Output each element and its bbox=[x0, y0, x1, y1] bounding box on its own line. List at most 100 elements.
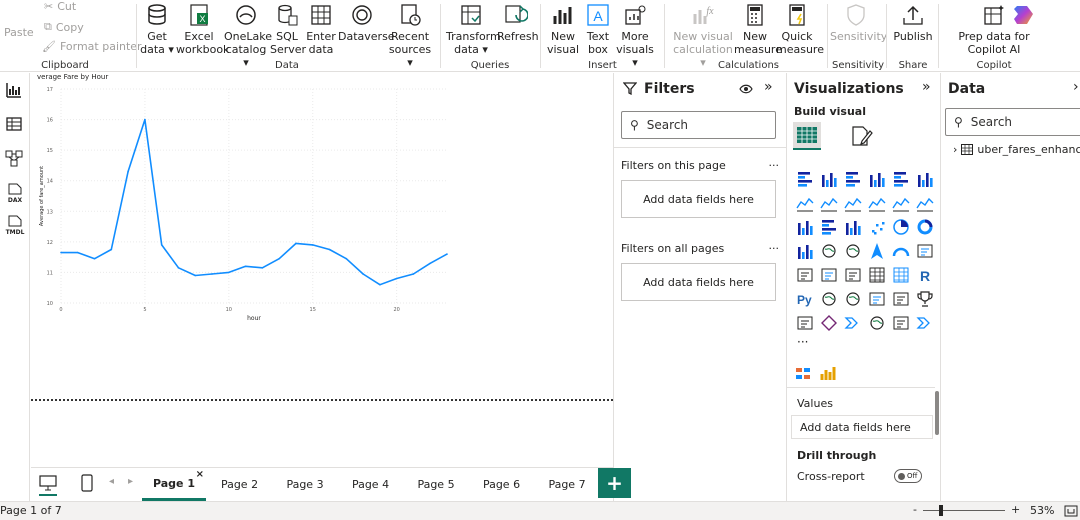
filled-map-visual-icon[interactable] bbox=[842, 240, 864, 262]
onelake-catalog-button[interactable]: OneLake catalog ▾ bbox=[224, 2, 272, 69]
metrics-visual-icon[interactable] bbox=[866, 312, 888, 334]
more-options-icon[interactable]: ··· bbox=[769, 242, 780, 255]
scatter-visual-icon[interactable] bbox=[866, 216, 888, 238]
close-tab-icon[interactable]: × bbox=[196, 469, 204, 480]
viz-scrollbar[interactable] bbox=[935, 391, 939, 435]
transform-data-button[interactable]: Transform data ▾ bbox=[446, 2, 501, 56]
stacked-column-visual-icon[interactable] bbox=[818, 168, 840, 190]
pie-visual-icon[interactable] bbox=[890, 216, 912, 238]
100-area-visual-icon[interactable] bbox=[866, 192, 888, 214]
gauge-visual-icon[interactable] bbox=[890, 240, 912, 262]
text-box-button[interactable]: A Text box bbox=[582, 2, 614, 56]
smart-narrative-visual-icon[interactable] bbox=[890, 288, 912, 310]
line-column-visual-icon[interactable] bbox=[890, 192, 912, 214]
data-search-input[interactable]: ⚲ Search bbox=[945, 108, 1080, 136]
paginated-report-visual-icon[interactable] bbox=[794, 312, 816, 334]
next-page-icon[interactable]: ▸ bbox=[128, 476, 133, 487]
zoom-in-button[interactable]: + bbox=[1011, 503, 1020, 516]
enter-data-button[interactable]: Enter data bbox=[305, 2, 337, 56]
multi-card-visual-icon[interactable] bbox=[794, 264, 816, 286]
visual-decomposition-icon[interactable] bbox=[795, 366, 813, 382]
donut-visual-icon[interactable] bbox=[914, 216, 936, 238]
page-tab[interactable]: Page 3 bbox=[273, 468, 337, 501]
collapse-viz-icon[interactable]: » bbox=[922, 79, 931, 95]
analytics-bar-icon[interactable] bbox=[819, 364, 837, 382]
zoom-slider-thumb[interactable] bbox=[939, 505, 943, 516]
paste-button[interactable]: Paste bbox=[4, 26, 34, 39]
table-view-icon[interactable] bbox=[5, 115, 23, 133]
sensitivity-button[interactable]: Sensitivity bbox=[830, 2, 887, 43]
excel-workbook-button[interactable]: X Excel workbook bbox=[176, 2, 229, 56]
line-visual-icon[interactable] bbox=[794, 192, 816, 214]
page-tab[interactable]: Page 2 bbox=[208, 468, 272, 501]
report-view-icon[interactable] bbox=[5, 81, 23, 99]
stacked-area-visual-icon[interactable] bbox=[842, 192, 864, 214]
collapse-data-icon[interactable]: › bbox=[1073, 79, 1079, 95]
filters-all-pages-dropzone[interactable]: Add data fields here bbox=[621, 263, 776, 301]
page-tab[interactable]: Page 4 bbox=[339, 468, 403, 501]
ribbon-visual-icon[interactable] bbox=[914, 192, 936, 214]
card-visual-icon[interactable] bbox=[914, 240, 936, 262]
format-visual-icon[interactable] bbox=[850, 125, 874, 147]
cross-report-toggle[interactable]: Off bbox=[894, 469, 922, 483]
stacked-bar-visual-icon[interactable] bbox=[794, 168, 816, 190]
area-visual-icon[interactable] bbox=[818, 192, 840, 214]
model-view-icon[interactable] bbox=[5, 149, 23, 167]
copy-button[interactable]: ⧉ Copy bbox=[44, 20, 84, 34]
add-page-button[interactable]: + bbox=[598, 468, 631, 498]
treemap-visual-icon[interactable] bbox=[794, 240, 816, 262]
trophy-visual-icon[interactable] bbox=[914, 288, 936, 310]
page-tab[interactable]: Page 5 bbox=[404, 468, 468, 501]
narrative-visual-icon[interactable] bbox=[890, 312, 912, 334]
tmdl-view-icon[interactable]: TMDL bbox=[4, 215, 26, 236]
line-chart-visual[interactable]: 10 11 12 13 14 15 16 17 0 5 10 15 20 hour Average of f… bbox=[31, 79, 461, 329]
power-automate-visual-icon[interactable] bbox=[842, 312, 864, 334]
map-visual-icon[interactable] bbox=[818, 240, 840, 262]
desktop-layout-icon[interactable] bbox=[39, 475, 57, 491]
collapse-filters-icon[interactable]: » bbox=[764, 79, 773, 95]
fit-to-page-icon[interactable] bbox=[1064, 504, 1078, 518]
waterfall-visual-icon[interactable] bbox=[794, 216, 816, 238]
kpi-visual-icon[interactable] bbox=[818, 264, 840, 286]
refresh-button[interactable]: Refresh bbox=[497, 2, 539, 43]
build-visual-tab[interactable] bbox=[793, 122, 821, 150]
qa-visual-icon[interactable] bbox=[866, 288, 888, 310]
recent-sources-button[interactable]: Recent sources ▾ bbox=[388, 2, 432, 69]
dataverse-button[interactable]: Dataverse bbox=[338, 2, 395, 43]
filters-page-dropzone[interactable]: Add data fields here bbox=[621, 180, 776, 218]
prev-page-icon[interactable]: ◂ bbox=[109, 476, 114, 487]
zoom-slider[interactable] bbox=[923, 510, 1005, 511]
power-apps-visual-icon[interactable] bbox=[818, 312, 840, 334]
new-measure-button[interactable]: New measure bbox=[734, 2, 782, 56]
get-data-button[interactable]: Get data ▾ bbox=[140, 2, 174, 56]
page-tab[interactable]: Page 6 bbox=[470, 468, 534, 501]
cut-button[interactable]: ✂ Cut bbox=[44, 0, 76, 13]
decomposition-tree-visual-icon[interactable] bbox=[842, 288, 864, 310]
mobile-layout-icon[interactable] bbox=[81, 474, 93, 492]
table-list-item[interactable]: › uber_fares_enhanced bbox=[953, 143, 1080, 156]
table-visual-icon[interactable] bbox=[866, 264, 888, 286]
new-visual-calculation-button[interactable]: fx New visual calculation ▾ bbox=[672, 2, 734, 69]
eye-icon[interactable] bbox=[739, 83, 753, 95]
quick-measure-button[interactable]: Quick measure bbox=[776, 2, 824, 56]
funnel-bar-visual-icon[interactable] bbox=[818, 216, 840, 238]
more-visuals-ellipsis[interactable]: ··· bbox=[797, 335, 808, 349]
publish-button[interactable]: Publish bbox=[893, 2, 933, 43]
clustered-column-visual-icon[interactable] bbox=[866, 168, 888, 190]
copilot-icon[interactable] bbox=[1011, 2, 1039, 28]
100-column-visual-icon[interactable] bbox=[914, 168, 936, 190]
sql-server-button[interactable]: SQL Server bbox=[270, 2, 306, 56]
new-visual-button[interactable]: New visual bbox=[546, 2, 580, 56]
zoom-out-button[interactable]: - bbox=[913, 503, 917, 516]
more-options-icon[interactable]: ··· bbox=[769, 159, 780, 172]
100-bar-visual-icon[interactable] bbox=[890, 168, 912, 190]
key-influencers-visual-icon[interactable] bbox=[818, 288, 840, 310]
report-canvas[interactable]: verage Fare by Hour 10 11 12 13 14 15 16 17 0 5 10… bbox=[31, 73, 613, 467]
matrix-visual-icon[interactable] bbox=[890, 264, 912, 286]
page-tab[interactable]: Page 1 × bbox=[142, 468, 206, 501]
page-tab[interactable]: Page 7 bbox=[535, 468, 599, 501]
filters-search-input[interactable]: ⚲ Search bbox=[621, 111, 776, 139]
values-dropzone[interactable]: Add data fields here bbox=[791, 415, 933, 439]
format-painter-button[interactable]: 🖌 Format painter bbox=[42, 40, 142, 53]
funnel-visual-icon[interactable] bbox=[842, 216, 864, 238]
